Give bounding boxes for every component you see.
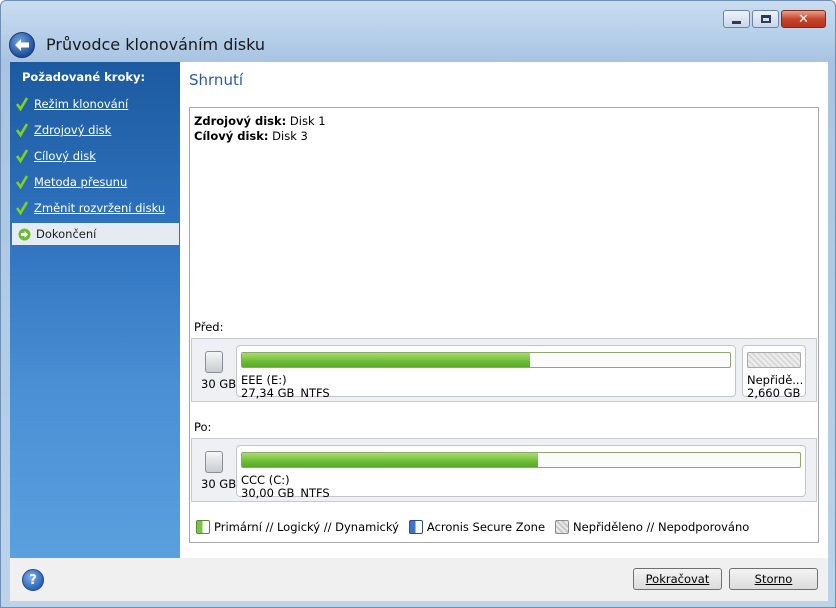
checkmark-icon <box>15 174 29 190</box>
continue-button[interactable]: Pokračovat <box>633 568 722 590</box>
partition-ccc[interactable]: CCC (C:) 30,00 GB NTFS <box>236 445 806 500</box>
help-icon: ? <box>29 572 37 588</box>
summary-box: Zdrojový disk: Disk 1 Cílový disk: Disk … <box>189 107 819 543</box>
partition-size-line: 27,34 GB NTFS <box>241 386 330 400</box>
close-icon: ✕ <box>798 11 809 27</box>
after-label: Po: <box>194 420 212 434</box>
step-label[interactable]: Metoda přesunu <box>34 175 127 189</box>
legend-primary: Primární // Logický // Dynamický <box>196 520 399 534</box>
disk-size: 30 GB <box>201 377 237 391</box>
minimize-button[interactable] <box>723 10 750 28</box>
arrow-left-icon <box>15 39 29 51</box>
steps-heading: Požadované kroky: <box>22 70 146 84</box>
partition-fs: NTFS <box>300 486 330 500</box>
usage-fill <box>242 353 530 367</box>
step-label[interactable]: Zdrojový disk <box>34 123 111 137</box>
partition-name: EEE (E:) <box>241 373 287 387</box>
step-metoda-presunu[interactable]: Metoda přesunu <box>10 171 178 193</box>
legend-secure-zone: Acronis Secure Zone <box>408 520 546 534</box>
target-disk-label: Cílový disk: <box>194 129 269 143</box>
step-label: Dokončení <box>36 227 97 241</box>
source-disk-value: Disk 1 <box>286 114 326 128</box>
checkmark-icon <box>15 122 29 138</box>
step-zdrojovy-disk[interactable]: Zdrojový disk <box>10 119 178 141</box>
partition-size: 27,34 GB <box>241 386 295 400</box>
page-title: Shrnutí <box>189 71 243 89</box>
window-controls: ✕ <box>723 10 826 28</box>
primary-swatch-icon <box>196 520 210 534</box>
partition-size: 2,660 GB <box>747 386 801 400</box>
secure-zone-swatch-icon <box>408 520 423 534</box>
partition-fs: NTFS <box>300 386 330 400</box>
partition-eee[interactable]: EEE (E:) 27,34 GB NTFS <box>236 345 736 400</box>
legend-label: Acronis Secure Zone <box>426 520 546 534</box>
legend-label: Nepřiděleno // Nepodporováno <box>573 520 750 534</box>
legend-unallocated: Nepřiděleno // Nepodporováno <box>555 520 749 534</box>
source-disk-line: Zdrojový disk: Disk 1 <box>194 114 326 128</box>
disk-size: 30 GB <box>201 477 237 491</box>
partition-size: 30,00 GB <box>241 486 295 500</box>
window-title: Průvodce klonováním disku <box>46 35 266 54</box>
target-disk-line: Cílový disk: Disk 3 <box>194 129 308 143</box>
wizard-window: ✕ Průvodce klonováním disku Požadované k… <box>0 0 836 608</box>
back-button[interactable] <box>9 32 35 58</box>
step-cilovy-disk[interactable]: Cílový disk <box>10 145 178 167</box>
source-disk-label: Zdrojový disk: <box>194 114 287 128</box>
partition-name: CCC (C:) <box>241 473 290 487</box>
checkmark-icon <box>15 96 29 112</box>
legend-label: Primární // Logický // Dynamický <box>214 520 399 534</box>
partition-unallocated[interactable]: Nepřidě... 2,660 GB <box>742 345 806 400</box>
usage-bar <box>241 452 801 468</box>
main-content: Shrnutí Zdrojový disk: Disk 1 Cílový dis… <box>180 62 828 558</box>
hard-disk-icon <box>205 451 223 473</box>
step-dokonceni[interactable]: Dokončení <box>12 223 179 245</box>
usage-bar <box>241 352 731 368</box>
before-disk-panel: 30 GB EEE (E:) 27,34 GB NTFS Nepřidě... 2… <box>191 338 817 402</box>
minimize-icon <box>732 20 741 24</box>
legend: Primární // Logický // Dynamický Acronis… <box>196 520 759 534</box>
usage-fill <box>242 453 538 467</box>
hard-disk-icon <box>205 351 223 373</box>
checkmark-icon <box>15 200 29 216</box>
maximize-icon <box>760 15 771 23</box>
step-label[interactable]: Cílový disk <box>34 149 96 163</box>
maximize-button[interactable] <box>752 10 779 28</box>
step-label[interactable]: Změnit rozvržení disku <box>34 201 165 215</box>
target-disk-value: Disk 3 <box>268 129 308 143</box>
after-disk-panel: 30 GB CCC (C:) 30,00 GB NTFS <box>191 438 817 502</box>
cancel-button[interactable]: Storno <box>729 568 818 590</box>
partition-size-line: 30,00 GB NTFS <box>241 486 330 500</box>
checkmark-icon <box>15 148 29 164</box>
partition-name: Nepřidě... <box>747 373 804 387</box>
title-bar: ✕ Průvodce klonováním disku <box>1 1 835 61</box>
unallocated-bar <box>747 352 801 368</box>
step-label[interactable]: Režim klonování <box>34 97 128 111</box>
step-rezim-klonovani[interactable]: Režim klonování <box>10 93 178 115</box>
help-button[interactable]: ? <box>22 569 44 591</box>
footer-bar: ? Pokračovat Storno <box>10 558 828 601</box>
arrow-right-icon <box>17 226 31 242</box>
before-label: Před: <box>194 320 224 334</box>
steps-sidebar: Požadované kroky: Režim klonování Zdrojo… <box>10 62 180 558</box>
unallocated-swatch-icon <box>555 520 570 534</box>
step-zmenit-rozvrzeni[interactable]: Změnit rozvržení disku <box>10 197 178 219</box>
close-button[interactable]: ✕ <box>781 10 826 28</box>
